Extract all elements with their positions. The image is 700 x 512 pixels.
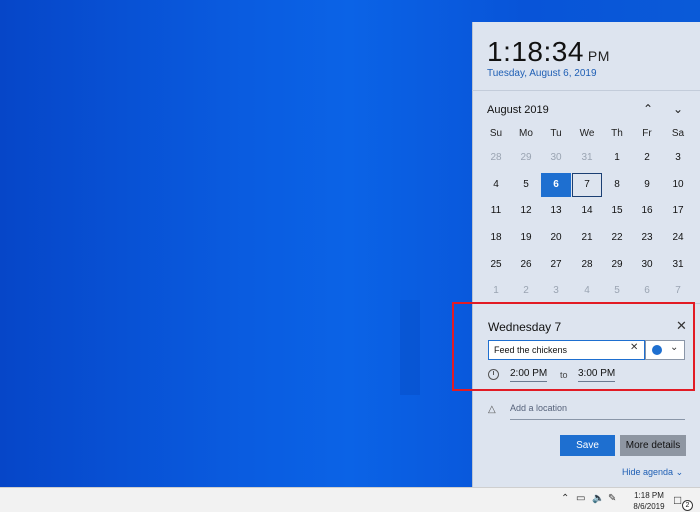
show-hidden-icons-icon[interactable]: ⌃ <box>561 493 569 504</box>
calendar-day[interactable]: 1 <box>481 279 511 303</box>
calendar-day[interactable]: 29 <box>511 146 541 170</box>
calendar-day[interactable]: 30 <box>632 253 662 277</box>
calendar-day[interactable]: 10 <box>663 173 693 197</box>
calendar-day[interactable]: 2 <box>511 279 541 303</box>
taskbar-clock[interactable]: 1:18 PM 8/6/2019 <box>632 490 666 512</box>
taskbar-time: 1:18 PM <box>634 491 664 500</box>
calendar-day[interactable]: 13 <box>541 199 571 223</box>
clock-ampm: PM <box>587 48 610 64</box>
calendar-day[interactable]: 31 <box>663 253 693 277</box>
calendar-day[interactable]: 4 <box>481 173 511 197</box>
divider <box>472 90 700 91</box>
calendar-day[interactable]: 14 <box>572 199 602 223</box>
calendar-day[interactable]: 24 <box>663 226 693 250</box>
calendar-day[interactable]: 28 <box>481 146 511 170</box>
weekday-header: Tu <box>550 128 562 139</box>
close-icon[interactable]: ✕ <box>676 318 687 334</box>
time-separator: to <box>560 370 568 380</box>
event-title-input[interactable]: Feed the chickens <box>488 340 645 360</box>
calendar-day[interactable]: 7 <box>572 173 602 197</box>
calendar-day[interactable]: 3 <box>541 279 571 303</box>
location-icon: △ <box>488 404 496 415</box>
save-button[interactable]: Save <box>560 435 615 456</box>
location-input[interactable]: Add a location <box>510 403 685 420</box>
current-date-link[interactable]: Tuesday, August 6, 2019 <box>487 68 597 79</box>
calendar-day[interactable]: 19 <box>511 226 541 250</box>
calendar-day[interactable]: 1 <box>602 146 632 170</box>
calendar-day[interactable]: 17 <box>663 199 693 223</box>
network-icon[interactable]: ▭ <box>576 493 585 504</box>
volume-icon[interactable]: 🔈 <box>592 493 604 504</box>
calendar-day[interactable]: 26 <box>511 253 541 277</box>
chevron-down-icon: ⌄ <box>670 342 679 353</box>
action-center-icon[interactable]: □ <box>674 493 681 507</box>
calendar-day[interactable]: 22 <box>602 226 632 250</box>
calendar-day[interactable]: 12 <box>511 199 541 223</box>
more-details-button[interactable]: More details <box>620 435 686 456</box>
calendar-day[interactable]: 29 <box>602 253 632 277</box>
weekday-header: Th <box>611 128 623 139</box>
calendar-day[interactable]: 6 <box>541 173 571 197</box>
calendar-day[interactable]: 9 <box>632 173 662 197</box>
pen-icon[interactable]: ✎ <box>608 493 616 504</box>
calendar-day[interactable]: 27 <box>541 253 571 277</box>
next-month-button[interactable]: ⌄ <box>668 100 688 118</box>
weekday-header: Su <box>489 128 503 139</box>
clock-icon <box>488 369 499 380</box>
weekday-header: Fr <box>642 128 652 139</box>
weekday-header: Sa <box>671 128 685 139</box>
calendar-day[interactable]: 3 <box>663 146 693 170</box>
calendar-day[interactable]: 20 <box>541 226 571 250</box>
calendar-day[interactable]: 25 <box>481 253 511 277</box>
event-day-title: Wednesday 7 <box>488 320 562 334</box>
calendar-day[interactable]: 7 <box>663 279 693 303</box>
chevron-down-icon: ⌄ <box>675 467 684 477</box>
calendar-day[interactable]: 31 <box>572 146 602 170</box>
weekday-header: Mo <box>519 128 533 139</box>
clear-input-icon[interactable]: ✕ <box>630 342 638 353</box>
calendar-day[interactable]: 11 <box>481 199 511 223</box>
previous-month-button[interactable]: ⌃ <box>638 100 658 118</box>
calendar-day[interactable]: 4 <box>572 279 602 303</box>
clock-display: 1:18:34 PM <box>487 36 610 68</box>
color-swatch <box>652 345 662 355</box>
end-time-picker[interactable]: 3:00 PM <box>578 368 616 382</box>
hide-agenda-link[interactable]: Hide agenda ⌄ <box>622 467 683 478</box>
calendar-day[interactable]: 5 <box>602 279 632 303</box>
calendar-day[interactable]: 28 <box>572 253 602 277</box>
calendar-day[interactable]: 5 <box>511 173 541 197</box>
month-label[interactable]: August 2019 <box>487 104 549 116</box>
calendar-day[interactable]: 18 <box>481 226 511 250</box>
clock-time: 1:18:34 <box>487 36 584 67</box>
calendar-day[interactable]: 6 <box>632 279 662 303</box>
calendar-day[interactable]: 30 <box>541 146 571 170</box>
calendar-day[interactable]: 2 <box>632 146 662 170</box>
hide-agenda-label: Hide agenda <box>622 467 674 477</box>
calendar-day[interactable]: 21 <box>572 226 602 250</box>
calendar-day[interactable]: 16 <box>632 199 662 223</box>
start-time-picker[interactable]: 2:00 PM <box>510 368 548 382</box>
calendar-day[interactable]: 23 <box>632 226 662 250</box>
taskbar-date: 8/6/2019 <box>633 502 665 511</box>
calendar-day[interactable]: 8 <box>602 173 632 197</box>
weekday-header: We <box>579 128 595 139</box>
notification-count-badge: 2 <box>682 500 693 511</box>
calendar-day[interactable]: 15 <box>602 199 632 223</box>
event-color-picker[interactable]: ⌄ <box>645 340 685 360</box>
